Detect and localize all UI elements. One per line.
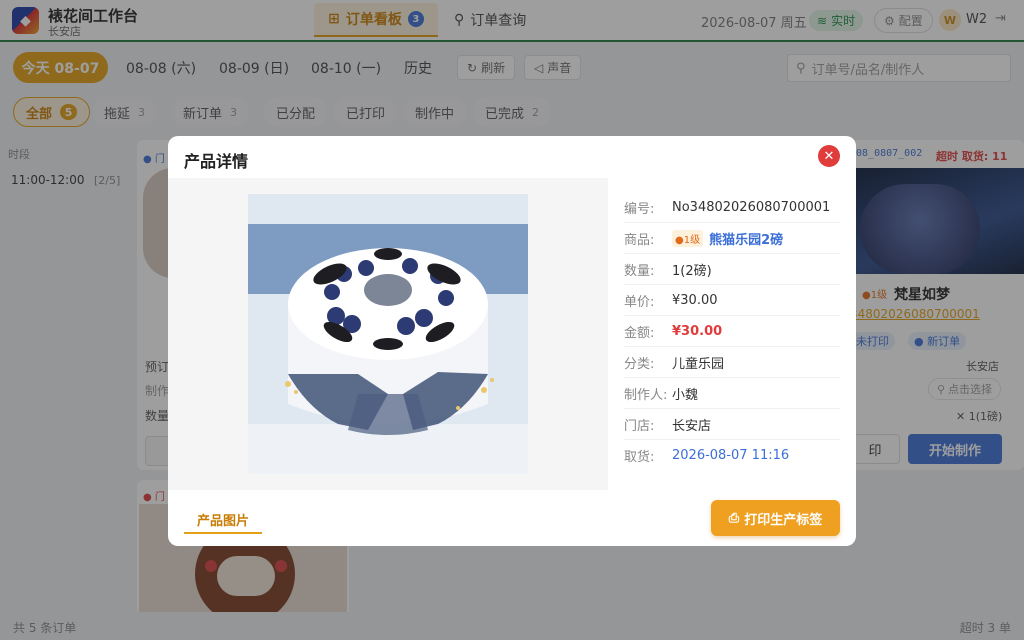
info-key: 金额: — [624, 325, 655, 341]
tab-product-image[interactable]: 产品图片 — [184, 506, 262, 534]
info-key: 分类: — [624, 356, 655, 372]
info-row-store: 门店: 长安店 — [624, 409, 840, 440]
info-value: 小魏 — [672, 387, 699, 403]
info-row-unit-price: 单价: ¥30.00 — [624, 285, 840, 316]
info-row-category: 分类: 儿童乐园 — [624, 347, 840, 378]
info-key: 门店: — [624, 418, 655, 434]
info-value: 1(2磅) — [672, 263, 712, 279]
info-key: 单价: — [624, 294, 655, 310]
info-row-order-no: 编号: No34802026080700001 — [624, 192, 840, 223]
product-image — [248, 194, 528, 474]
modal-title: 产品详情 — [184, 152, 249, 171]
info-value: ¥30.00 — [672, 323, 723, 339]
info-row-maker: 制作人: 小魏 — [624, 378, 840, 409]
info-value: ¥30.00 — [672, 292, 718, 308]
product-detail-modal: 产品详情 ✕ 编号: No34802026080700001 商品: ●1级 熊… — [168, 136, 856, 546]
product-image-area — [168, 178, 608, 490]
print-label-button[interactable]: ⎙ 打印生产标签 — [711, 500, 840, 536]
info-key: 编号: — [624, 201, 655, 217]
info-value: 长安店 — [672, 418, 712, 434]
info-value: 2026-08-07 11:16 — [672, 448, 790, 463]
printer-icon: ⎙ — [728, 510, 740, 526]
product-info-panel: 编号: No34802026080700001 商品: ●1级 熊猫乐园2磅 数… — [608, 178, 856, 490]
info-key: 取货: — [624, 450, 655, 465]
info-key: 商品: — [624, 232, 655, 248]
info-row-pickup: 取货: 2026-08-07 11:16 — [624, 440, 840, 471]
info-key: 数量: — [624, 263, 655, 279]
info-row-quantity: 数量: 1(2磅) — [624, 254, 840, 285]
print-label-text: 打印生产标签 — [744, 512, 823, 528]
level-badge: ●1级 — [672, 229, 704, 247]
info-row-product: 商品: ●1级 熊猫乐园2磅 — [624, 223, 840, 254]
close-icon[interactable]: ✕ — [818, 145, 840, 167]
info-key: 制作人: — [624, 387, 668, 403]
product-name-link[interactable]: 熊猫乐园2磅 — [709, 229, 783, 248]
info-row-amount: 金额: ¥30.00 — [624, 316, 840, 347]
info-value: No34802026080700001 — [672, 199, 831, 215]
info-value: 儿童乐园 — [672, 356, 725, 372]
